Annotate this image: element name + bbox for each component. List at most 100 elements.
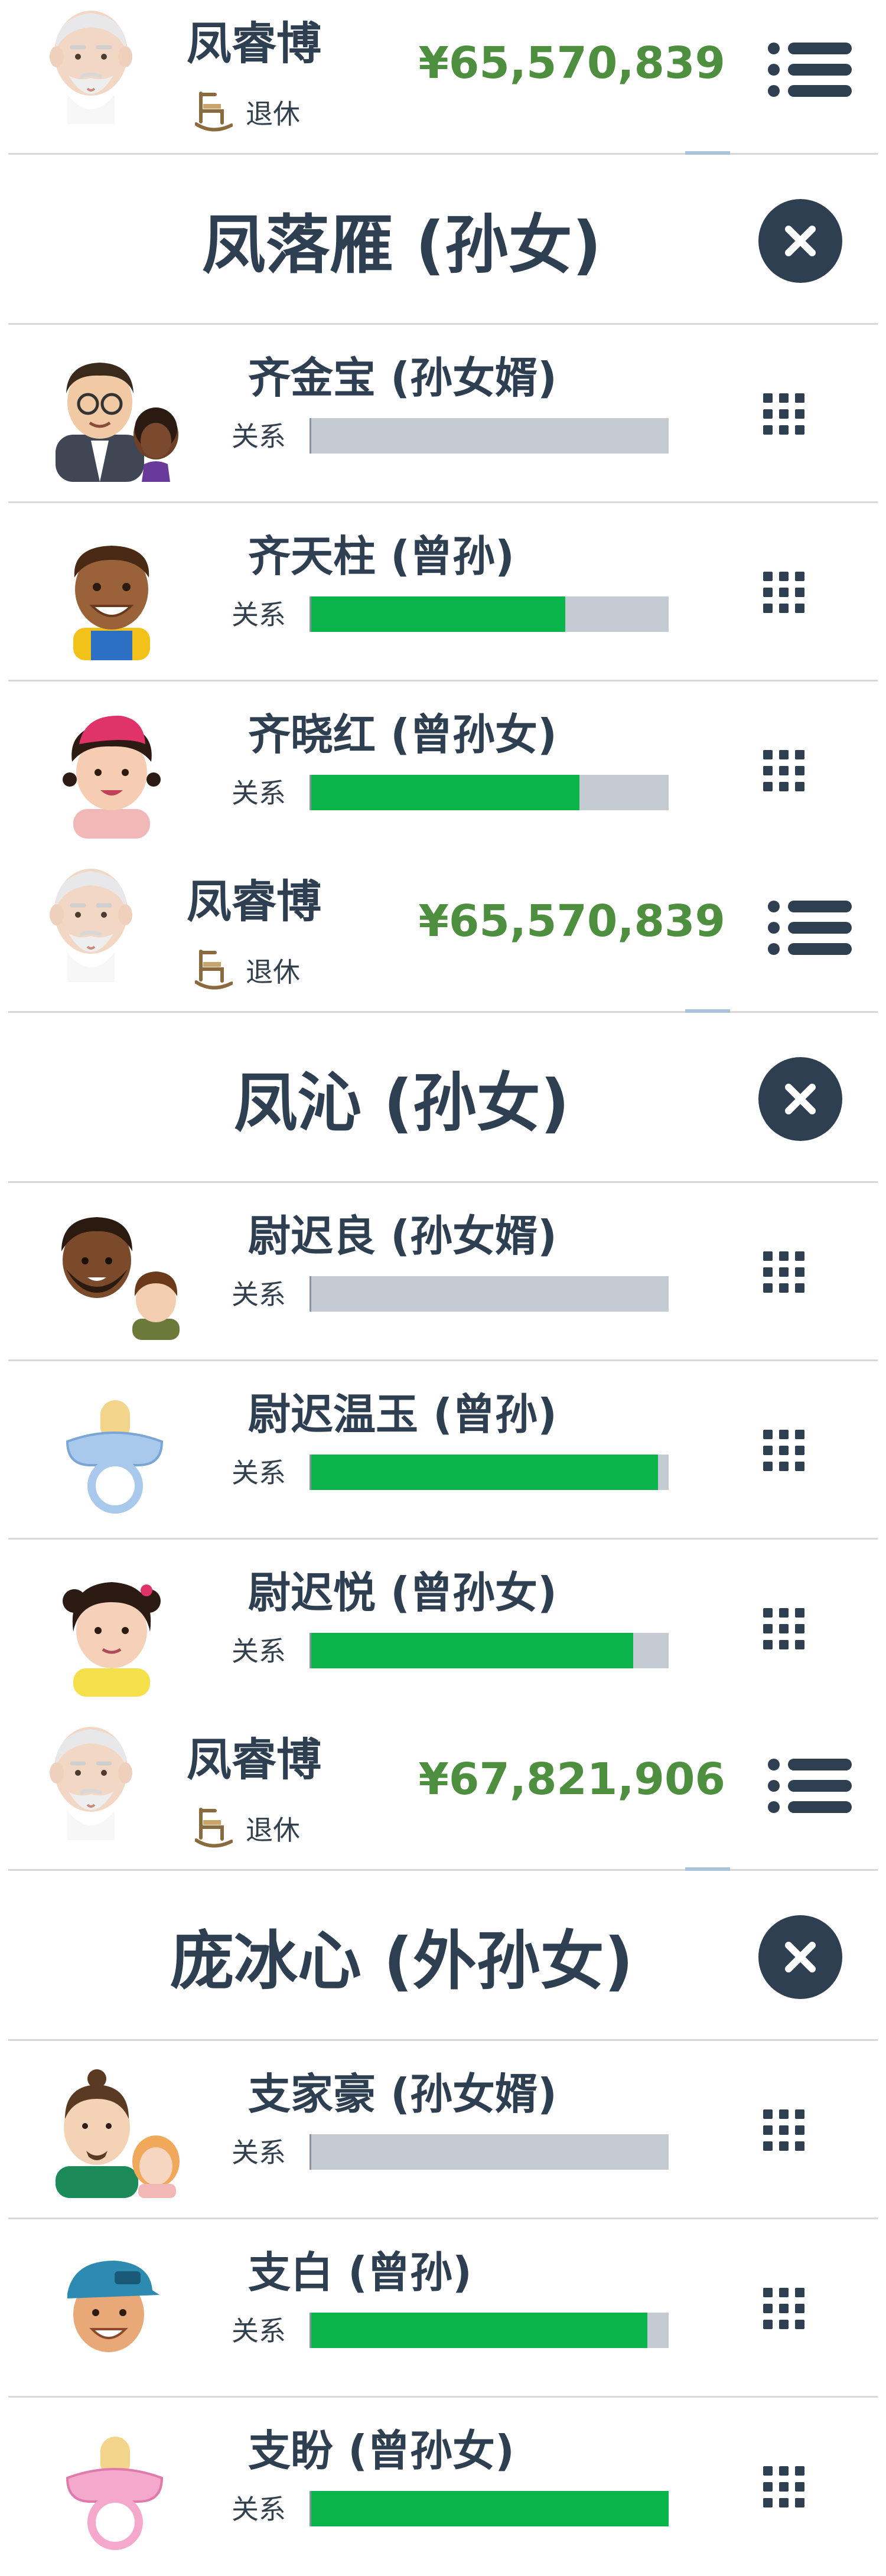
couple-avatar-icon xyxy=(56,363,178,482)
relationship-fill xyxy=(311,775,579,810)
boy-avatar-icon xyxy=(73,546,150,660)
relative-row[interactable]: 尉迟温玉 (曾孙) 关系 xyxy=(8,1361,878,1540)
player-name: 凤睿博 xyxy=(187,875,321,928)
grid-menu-icon xyxy=(763,2466,804,2507)
old-man-avatar-icon xyxy=(44,1722,138,1840)
heir-row: 凤落雁 (孙女) xyxy=(8,155,878,325)
relative-menu-button[interactable] xyxy=(761,2285,807,2332)
girl-avatar-icon xyxy=(63,715,161,839)
list-menu-icon xyxy=(768,43,852,97)
relationship-bar xyxy=(310,775,669,810)
player-header: 凤睿博 退休 ¥67,821,906 xyxy=(8,1716,878,1871)
heir-row: 凤沁 (孙女) xyxy=(8,1013,878,1183)
relationship-label: 关系 xyxy=(232,2315,286,2347)
status-row: 退休 xyxy=(195,1805,300,1852)
couple-avatar-icon xyxy=(61,1217,180,1340)
relative-name: 齐金宝 (孙女婿) xyxy=(248,353,557,403)
relative-name: 尉迟良 (孙女婿) xyxy=(248,1211,557,1261)
heir-title: 庞冰心 (外孙女) xyxy=(170,1925,634,1998)
heir-title: 凤沁 (孙女) xyxy=(233,1067,570,1140)
relationship-label: 关系 xyxy=(232,2493,286,2525)
player-header: 凤睿博 退休 ¥65,570,839 xyxy=(8,0,878,155)
status-label: 退休 xyxy=(246,98,300,130)
list-menu-icon xyxy=(768,901,852,955)
relative-menu-button[interactable] xyxy=(761,2107,807,2153)
relative-row[interactable]: 齐天柱 (曾孙) 关系 xyxy=(8,503,878,682)
relationship-fill xyxy=(311,596,565,632)
status-row: 退休 xyxy=(195,947,300,994)
relationship-bar xyxy=(310,2313,669,2348)
relative-menu-button[interactable] xyxy=(761,1427,807,1473)
relative-row[interactable]: 支家豪 (孙女婿) 关系 xyxy=(8,2041,878,2219)
relationship-fill xyxy=(311,2491,669,2526)
relative-row[interactable]: 齐晓红 (曾孙女) 关系 xyxy=(8,682,878,860)
relationship-bar xyxy=(310,2491,669,2526)
relative-name: 支白 (曾孙) xyxy=(248,2248,472,2297)
family-section: 凤睿博 退休 ¥67,821,906 庞冰心 (外孙女) 支家豪 (孙女婿) 关… xyxy=(0,1716,886,2576)
money-amount: ¥67,821,906 xyxy=(418,1754,725,1805)
close-icon xyxy=(783,1081,818,1117)
relationship-label: 关系 xyxy=(232,420,286,452)
relative-name: 尉迟悦 (曾孙女) xyxy=(248,1568,557,1618)
relative-name: 齐晓红 (曾孙女) xyxy=(248,710,557,759)
girl-avatar-icon xyxy=(63,1582,161,1697)
relationship-label: 关系 xyxy=(232,599,286,631)
relative-name: 齐天柱 (曾孙) xyxy=(248,531,514,581)
family-section: 凤睿博 退休 ¥65,570,839 凤落雁 (孙女) 齐金宝 (孙女婿) 关系… xyxy=(0,0,886,860)
relative-menu-button[interactable] xyxy=(761,748,807,794)
grid-menu-icon xyxy=(763,572,804,613)
relative-menu-button[interactable] xyxy=(761,1606,807,1652)
status-label: 退休 xyxy=(246,1814,300,1846)
menu-button[interactable] xyxy=(766,894,854,962)
relative-row[interactable]: 尉迟悦 (曾孙女) 关系 xyxy=(8,1540,878,1718)
relationship-label: 关系 xyxy=(232,2137,286,2169)
couple-avatar-icon xyxy=(56,2069,180,2198)
relative-row[interactable]: 支白 (曾孙) 关系 xyxy=(8,2219,878,2398)
relationship-fill xyxy=(311,2313,647,2348)
relative-row[interactable]: 尉迟良 (孙女婿) 关系 xyxy=(8,1183,878,1361)
grid-menu-icon xyxy=(763,1430,804,1471)
list-menu-icon xyxy=(768,1759,852,1813)
relationship-label: 关系 xyxy=(232,1635,286,1667)
old-man-avatar-icon xyxy=(44,6,138,124)
relationship-fill xyxy=(311,1455,658,1490)
relative-row[interactable]: 支盼 (曾孙女) 关系 xyxy=(8,2398,878,2576)
close-button[interactable] xyxy=(758,1057,842,1141)
relationship-fill xyxy=(311,1633,633,1668)
heir-row: 庞冰心 (外孙女) xyxy=(8,1871,878,2041)
boy-avatar-icon xyxy=(67,2261,159,2352)
rocking-chair-icon xyxy=(195,1805,233,1852)
relative-menu-button[interactable] xyxy=(761,2464,807,2510)
relative-row[interactable]: 齐金宝 (孙女婿) 关系 xyxy=(8,325,878,503)
relationship-bar xyxy=(310,418,669,454)
pacifier-blue-icon xyxy=(66,1400,164,1514)
grid-menu-icon xyxy=(763,2109,804,2151)
rocking-chair-icon xyxy=(195,89,233,136)
close-button[interactable] xyxy=(758,199,842,283)
relative-name: 尉迟温玉 (曾孙) xyxy=(248,1390,557,1439)
money-amount: ¥65,570,839 xyxy=(418,38,725,89)
relative-name: 支盼 (曾孙女) xyxy=(248,2426,514,2476)
pacifier-pink-icon xyxy=(66,2437,164,2550)
menu-button[interactable] xyxy=(766,1752,854,1820)
player-header: 凤睿博 退休 ¥65,570,839 xyxy=(8,858,878,1013)
player-name: 凤睿博 xyxy=(187,17,321,70)
relationship-label: 关系 xyxy=(232,1457,286,1489)
relative-name: 支家豪 (孙女婿) xyxy=(248,2069,557,2119)
old-man-avatar-icon xyxy=(44,864,138,982)
grid-menu-icon xyxy=(763,2288,804,2329)
relationship-bar xyxy=(310,2134,669,2170)
relative-menu-button[interactable] xyxy=(761,1249,807,1295)
money-amount: ¥65,570,839 xyxy=(418,896,725,947)
relationship-label: 关系 xyxy=(232,1279,286,1310)
close-icon xyxy=(783,223,818,259)
relative-menu-button[interactable] xyxy=(761,391,807,437)
status-row: 退休 xyxy=(195,89,300,136)
grid-menu-icon xyxy=(763,1251,804,1293)
grid-menu-icon xyxy=(763,393,804,435)
close-button[interactable] xyxy=(758,1915,842,1999)
relationship-bar xyxy=(310,1276,669,1312)
menu-button[interactable] xyxy=(766,35,854,104)
relationship-bar xyxy=(310,596,669,632)
relative-menu-button[interactable] xyxy=(761,569,807,615)
